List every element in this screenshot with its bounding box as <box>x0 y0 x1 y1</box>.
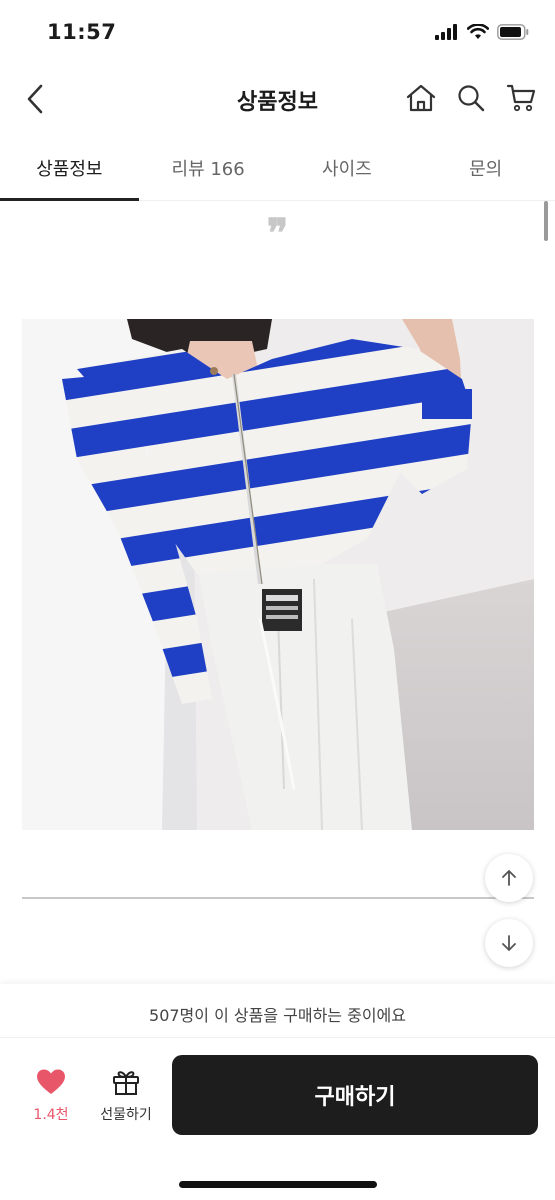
product-image <box>22 319 534 830</box>
cart-icon <box>506 84 536 112</box>
scroll-bottom-button[interactable] <box>485 919 533 967</box>
search-icon <box>458 85 485 112</box>
search-button[interactable] <box>453 80 489 116</box>
scroll-top-button[interactable] <box>485 854 533 902</box>
wifi-icon <box>467 24 489 39</box>
status-time: 11:57 <box>47 20 117 44</box>
product-tabs: 상품정보 리뷰 166 사이즈 문의 <box>0 133 555 201</box>
home-indicator <box>179 1181 377 1188</box>
like-count: 1.4천 <box>33 1107 69 1123</box>
like-button[interactable]: 1.4천 <box>22 1068 80 1124</box>
buy-button[interactable]: 구매하기 <box>172 1055 538 1135</box>
tab-product-info[interactable]: 상품정보 <box>0 133 139 201</box>
status-bar: 11:57 <box>0 0 555 68</box>
gift-icon <box>113 1071 139 1095</box>
tab-size[interactable]: 사이즈 <box>278 133 417 200</box>
heart-icon <box>37 1069 65 1094</box>
tab-reviews[interactable]: 리뷰 166 <box>139 133 278 200</box>
top-navigation-bar: 상품정보 <box>0 68 555 130</box>
home-button[interactable] <box>403 80 439 116</box>
signal-icon <box>435 24 457 40</box>
buyers-count-note: 507명이 이 상품을 구매하는 중이에요 <box>0 984 555 1038</box>
back-arrow-icon <box>27 84 43 114</box>
cart-button[interactable] <box>503 80 539 116</box>
gift-label: 선물하기 <box>100 1107 152 1123</box>
tab-inquiry[interactable]: 문의 <box>416 133 555 200</box>
home-icon <box>406 84 436 112</box>
battery-icon <box>497 24 529 40</box>
purchase-bar: 507명이 이 상품을 구매하는 중이에요 1.4천 선물하기 구매하기 <box>0 984 555 1200</box>
content-divider <box>22 897 534 899</box>
arrow-up-icon <box>502 870 516 886</box>
back-button[interactable] <box>18 80 52 118</box>
product-photo-illustration <box>22 319 534 830</box>
quote-mark: ❞ <box>266 210 289 257</box>
status-icons <box>435 24 529 40</box>
arrow-down-icon <box>502 935 516 951</box>
header-actions <box>403 80 539 116</box>
gift-button[interactable]: 선물하기 <box>93 1068 159 1124</box>
